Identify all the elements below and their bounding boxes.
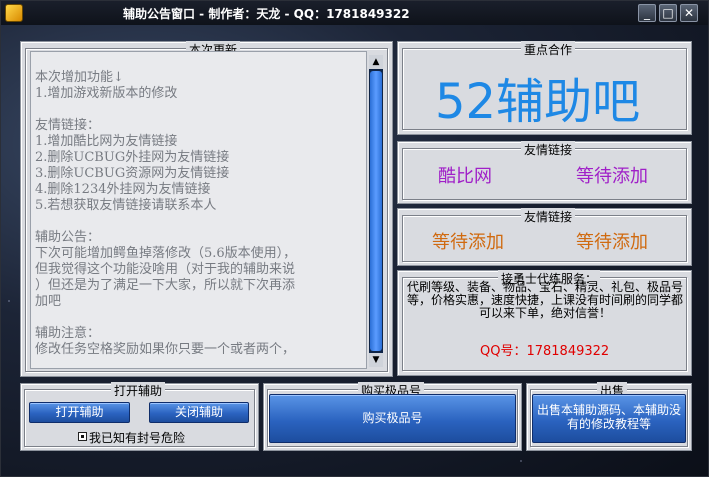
maximize-button[interactable]: □ [659, 4, 677, 22]
scroll-thumb[interactable] [370, 71, 382, 351]
partner-group-label: 重点合作 [521, 41, 576, 58]
close-button[interactable]: ✕ [680, 4, 698, 22]
scroll-up-icon[interactable]: ▲ [369, 55, 383, 69]
sale-button[interactable]: 出售本辅助源码、本辅助没有的修改教程等 [532, 394, 686, 443]
update-line: 友情链接： [35, 118, 101, 133]
update-line: 1.增加游戏新版本的修改 [35, 86, 178, 101]
friend-link-pending-2[interactable]: 等待添加 [432, 228, 504, 254]
service-qq: QQ号：1781849322 [480, 344, 610, 359]
update-line: 加吧 [35, 294, 62, 309]
update-line [35, 310, 366, 326]
friend-link-pending-3[interactable]: 等待添加 [576, 228, 648, 254]
open-assist-button[interactable]: 打开辅助 [29, 402, 130, 423]
update-line: 3.删除UCBUG资源网为友情链接 [35, 166, 230, 181]
scroll-down-icon[interactable]: ▼ [369, 353, 383, 367]
friend-link-pending-1[interactable]: 等待添加 [576, 162, 648, 188]
service-description: 代刷等级、装备、物品、宝石、精灵、礼包、极品号等，价格实惠，速度快捷，上课没有时… [406, 280, 683, 320]
minimize-button[interactable]: _ [638, 4, 656, 22]
updates-scrollbar[interactable]: ▲ ▼ [369, 55, 383, 367]
update-line: 1.增加酷比网为友情链接 [35, 134, 178, 149]
links-panel-2: 友情链接 等待添加 等待添加 [397, 208, 692, 266]
risk-checkbox-label[interactable]: 我已知有封号危险 [89, 429, 185, 446]
update-line: 辅助公告： [35, 230, 101, 245]
update-line: 4.删除1234外挂网为友情链接 [35, 182, 211, 197]
partner-panel: 重点合作 52辅助吧 [397, 41, 692, 135]
buy-account-button[interactable]: 购买极品号 [269, 394, 516, 443]
main-window: 辅助公告窗口 - 制作者：天龙 - QQ：1781849322 _ □ ✕ 本次… [0, 0, 709, 477]
title-bar[interactable]: 辅助公告窗口 - 制作者：天龙 - QQ：1781849322 _ □ ✕ [1, 1, 708, 25]
links-panel-1: 友情链接 酷比网 等待添加 [397, 141, 692, 204]
window-title: 辅助公告窗口 - 制作者：天龙 - QQ：1781849322 [123, 7, 410, 21]
update-line: ）但还是为了满足一下大家，所以就下次再添 [35, 278, 296, 293]
assist-group-label: 打开辅助 [111, 382, 166, 399]
update-line [35, 214, 366, 230]
update-line: 5.若想获取友情链接请联系本人 [35, 198, 217, 213]
update-line: 下次可能增加鳄鱼掉落修改（5.6版本使用）， [35, 246, 297, 261]
update-line: 但我觉得这个功能没啥用（对于我的辅助来说 [35, 262, 296, 277]
update-line: 2.删除UCBUG外挂网为友情链接 [35, 150, 230, 165]
close-assist-button[interactable]: 关闭辅助 [149, 402, 249, 423]
friend-link-kubi[interactable]: 酷比网 [438, 162, 492, 188]
risk-checkbox[interactable] [78, 432, 87, 441]
partner-name-link[interactable]: 52辅助吧 [435, 62, 640, 132]
links-group-1-label: 友情链接 [521, 141, 576, 158]
update-line: 辅助注意： [35, 326, 101, 341]
links-group-2-label: 友情链接 [521, 208, 576, 225]
update-line [35, 102, 366, 118]
app-icon [5, 4, 23, 22]
update-line: 本次增加功能↓ [35, 70, 124, 85]
updates-text-area[interactable]: 本次增加功能↓ 1.增加游戏新版本的修改 友情链接： 1.增加酷比网为友情链接 2.删… [30, 51, 367, 369]
update-line: 修改任务空格奖励如果你只要一个或者两个， [35, 342, 296, 357]
